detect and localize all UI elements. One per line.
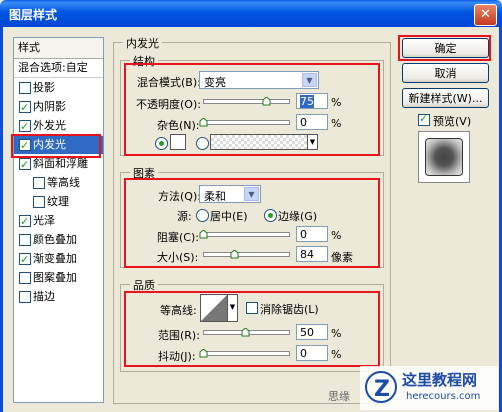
drop-shadow-checkbox[interactable] <box>19 82 31 94</box>
highlight-inner-glow <box>11 134 101 158</box>
pattern-overlay-checkbox[interactable] <box>19 272 31 284</box>
style-item-label: 渐变叠加 <box>33 252 77 265</box>
close-button[interactable]: ✕ <box>474 4 497 26</box>
title-bar: 图层样式 ✕ <box>0 0 502 27</box>
styles-header[interactable]: 样式 <box>14 38 103 59</box>
style-item-label: 光泽 <box>33 214 55 227</box>
color-overlay-checkbox[interactable] <box>19 234 31 246</box>
satin-checkbox[interactable] <box>19 213 31 231</box>
contour-checkbox[interactable] <box>33 177 45 189</box>
highlight-quality <box>124 291 380 367</box>
style-item-label: 描边 <box>33 290 55 303</box>
style-item-color-overlay[interactable]: 颜色叠加 <box>14 231 103 249</box>
blend-options-item[interactable]: 混合选项:自定 <box>14 59 103 78</box>
preview-swatch <box>425 138 463 176</box>
style-item-pattern-overlay[interactable]: 图案叠加 <box>14 269 103 287</box>
svg-text:Z: Z <box>374 377 390 402</box>
style-preview-thumbnail <box>418 131 470 183</box>
preview-checkbox[interactable] <box>418 112 430 126</box>
style-item-outer-glow[interactable]: 外发光 <box>14 117 103 136</box>
style-item-label: 内阴影 <box>33 100 66 113</box>
close-icon: ✕ <box>480 7 491 22</box>
window-title: 图层样式 <box>9 8 58 22</box>
highlight-elements <box>124 178 380 268</box>
watermark-brand: 这里教程网 <box>402 371 478 389</box>
styles-list: 样式 混合选项:自定 投影 内阴影 外发光 内发光 斜面和浮雕 等高线 纹理 光… <box>13 37 104 403</box>
texture-checkbox[interactable] <box>33 196 45 208</box>
style-item-label: 外发光 <box>33 119 66 132</box>
highlight-structure <box>124 63 380 156</box>
watermark: Z 这里教程网 herecours.com <box>360 366 498 410</box>
new-style-button[interactable]: 新建样式(W)... <box>402 88 489 108</box>
watermark-partial: 思缘 <box>328 390 350 403</box>
highlight-ok <box>398 35 491 61</box>
style-item-inner-shadow[interactable]: 内阴影 <box>14 98 103 117</box>
style-item-texture[interactable]: 纹理 <box>14 193 103 211</box>
watermark-url: herecours.com <box>406 391 481 402</box>
window-frame-left <box>0 27 3 412</box>
style-item-contour[interactable]: 等高线 <box>14 174 103 192</box>
outer-glow-checkbox[interactable] <box>19 118 31 136</box>
style-item-label: 颜色叠加 <box>33 233 77 246</box>
style-item-label: 等高线 <box>47 176 80 189</box>
style-item-drop-shadow[interactable]: 投影 <box>14 79 103 97</box>
bevel-emboss-checkbox[interactable] <box>19 156 31 174</box>
inner-shadow-checkbox[interactable] <box>19 99 31 117</box>
cancel-button[interactable]: 取消 <box>402 63 489 83</box>
style-item-satin[interactable]: 光泽 <box>14 212 103 231</box>
stroke-checkbox[interactable] <box>19 291 31 303</box>
style-item-label: 图案叠加 <box>33 271 77 284</box>
watermark-logo: Z <box>364 370 398 404</box>
style-item-stroke[interactable]: 描边 <box>14 288 103 306</box>
style-item-label: 纹理 <box>47 195 69 208</box>
style-item-label: 投影 <box>33 81 55 94</box>
inner-glow-title: 内发光 <box>123 35 162 51</box>
gradient-overlay-checkbox[interactable] <box>19 251 31 269</box>
preview-label[interactable]: 预览(V) <box>433 113 471 129</box>
style-item-gradient-overlay[interactable]: 渐变叠加 <box>14 250 103 269</box>
